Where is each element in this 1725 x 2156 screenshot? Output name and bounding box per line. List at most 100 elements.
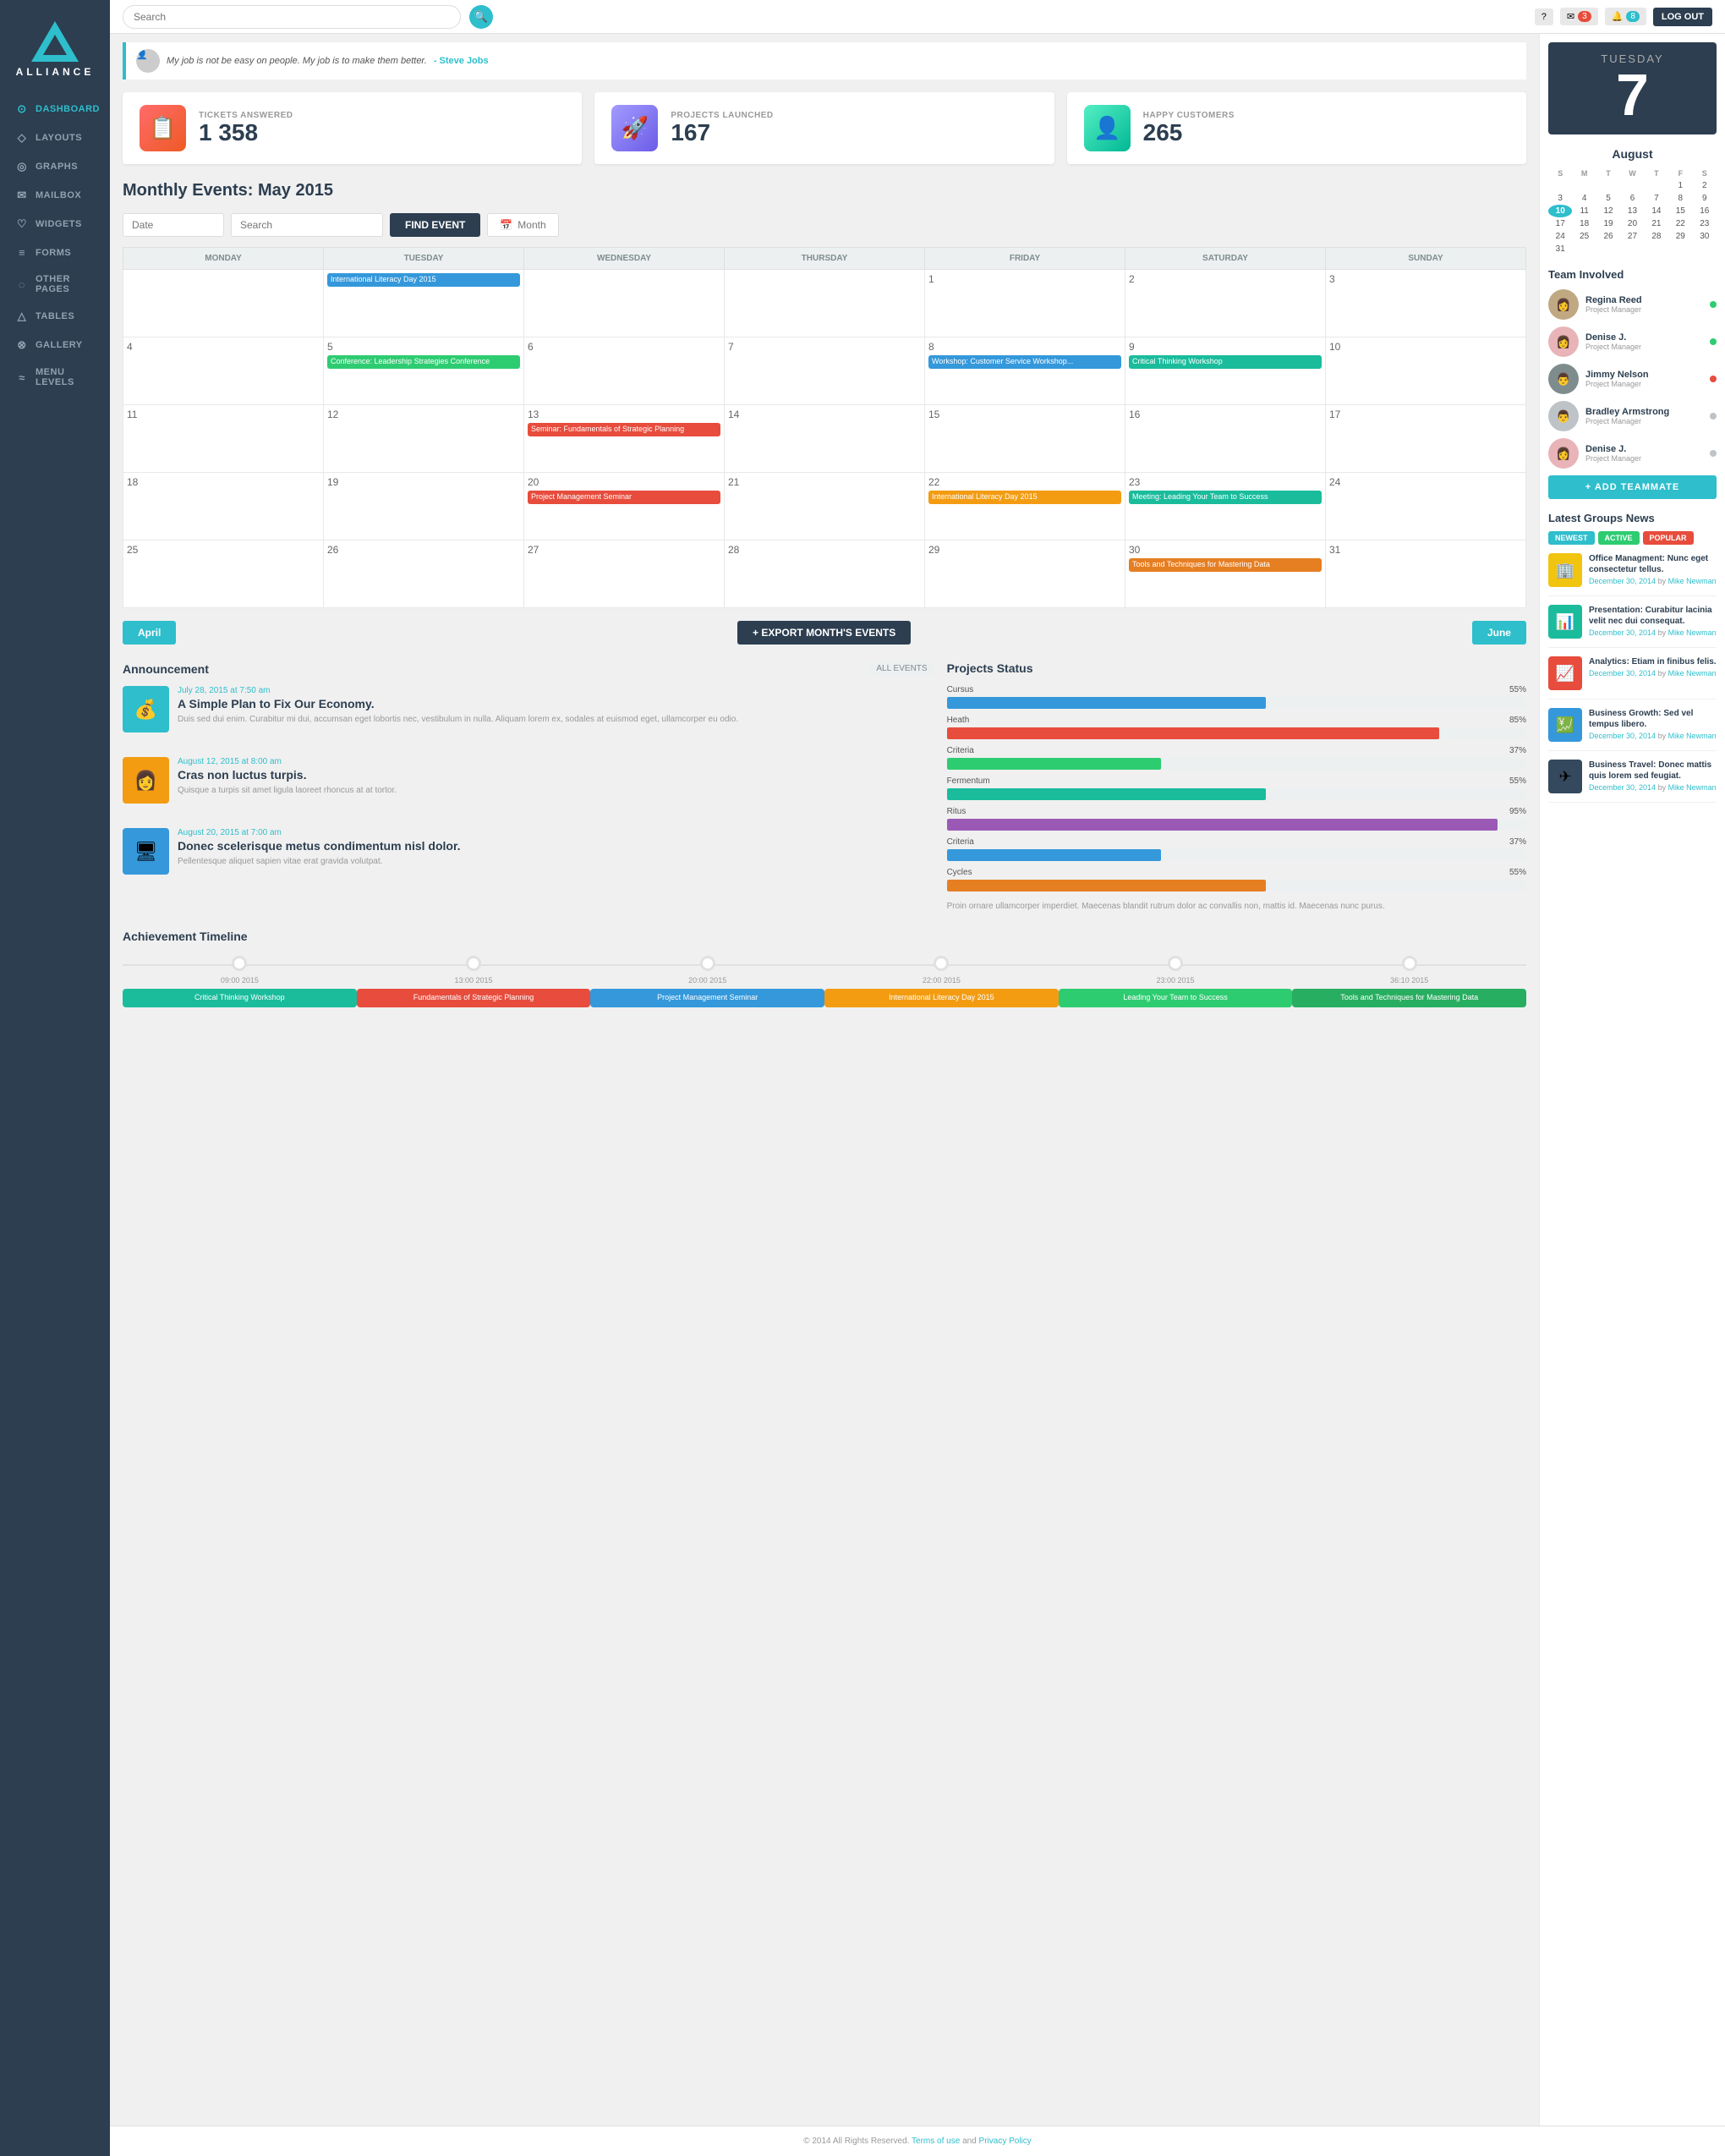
timeline-time-3: 20:00 2015 (688, 976, 726, 985)
announce-date-3: August 20, 2015 at 7:00 am (178, 828, 934, 837)
terms-link[interactable]: Terms of use (912, 2137, 960, 2146)
projects-label: PROJECTS LAUNCHED (671, 111, 773, 120)
news-content-4: Business Growth: Sed vel tempus libero. … (1589, 708, 1717, 742)
logout-button[interactable]: LOG OUT (1653, 8, 1712, 26)
center-panel: 👤 My job is not be easy on people. My jo… (110, 34, 1539, 2126)
timeline-event-3[interactable]: Project Management Seminar (590, 989, 824, 1007)
sidebar-item-layouts[interactable]: ◇ LAYOUTS (0, 123, 110, 152)
groups-tab-newest[interactable]: NEWEST (1548, 531, 1595, 545)
cal-cell-may26: 26 (324, 540, 524, 608)
calendar-controls: FIND EVENT 📅 Month (123, 213, 1526, 237)
team-info-2: Denise J. Project Manager (1585, 332, 1703, 351)
prev-month-button[interactable]: April (123, 621, 176, 645)
sidebar-item-menu-levels[interactable]: ≈ MENU LEVELS (0, 359, 110, 395)
cal-cell-may18: 18 (123, 473, 324, 540)
forms-icon: ≡ (15, 246, 29, 259)
cal-event-conference[interactable]: Conference: Leadership Strategies Confer… (327, 355, 520, 369)
news-thumb-2: 📊 (1548, 605, 1582, 639)
cal-cell-may9: 9 Critical Thinking Workshop (1125, 337, 1326, 405)
widgets-icon: ♡ (15, 217, 29, 231)
announce-thumb-2: 👩 (123, 757, 169, 804)
cal-event-tools[interactable]: Tools and Techniques for Mastering Data (1129, 558, 1322, 572)
cal-event-workshop[interactable]: Workshop: Customer Service Workshop... (928, 355, 1121, 369)
status-dot-1 (1710, 301, 1717, 308)
notification-button[interactable]: 🔔 8 (1605, 8, 1646, 25)
app-name: ALLIANCE (16, 66, 95, 78)
projects-header: Projects Status (947, 661, 1526, 675)
cal-cell-may1: 1 (925, 270, 1125, 337)
timeline-item-5: 23:00 2015 Leading Your Team to Success (1059, 956, 1293, 1007)
cal-header-sat: SATURDAY (1125, 248, 1326, 270)
sidebar-item-graphs[interactable]: ◎ GRAPHS (0, 152, 110, 181)
status-dot-5 (1710, 450, 1717, 457)
timeline-event-4[interactable]: International Literacy Day 2015 (824, 989, 1059, 1007)
cal-event[interactable]: International Literacy Day 2015 (327, 273, 520, 287)
cal-cell-may13: 13 Seminar: Fundamentals of Strategic Pl… (524, 405, 725, 473)
timeline-event-2[interactable]: Fundamentals of Strategic Planning (357, 989, 591, 1007)
news-item-4: 💹 Business Growth: Sed vel tempus libero… (1548, 708, 1717, 751)
sidebar-item-mailbox[interactable]: ✉ MAILBOX (0, 181, 110, 210)
topbar-right: ? ✉ 3 🔔 8 LOG OUT (1535, 8, 1712, 26)
sidebar-item-forms[interactable]: ≡ FORMS (0, 239, 110, 266)
projects-number: 167 (671, 120, 773, 146)
topbar: 🔍 ? ✉ 3 🔔 8 LOG OUT (110, 0, 1725, 34)
team-section: Team Involved 👩 Regina Reed Project Mana… (1548, 268, 1717, 499)
timeline-event-5[interactable]: Leading Your Team to Success (1059, 989, 1293, 1007)
timeline-section: Achievement Timeline 09:00 2015 Critical… (123, 930, 1526, 1016)
cal-event-seminar[interactable]: Seminar: Fundamentals of Strategic Plann… (528, 423, 720, 436)
groups-title: Latest Groups News (1548, 512, 1717, 524)
cal-cell-may29: 29 (925, 540, 1125, 608)
sidebar-item-tables[interactable]: △ TABLES (0, 302, 110, 331)
cal-cell-may8: 8 Workshop: Customer Service Workshop... (925, 337, 1125, 405)
news-item-1: 🏢 Office Managment: Nunc eget consectetu… (1548, 553, 1717, 596)
news-content-1: Office Managment: Nunc eget consectetur … (1589, 553, 1717, 587)
cal-row-4: 18 19 20 Project Management Seminar 21 2… (123, 473, 1526, 540)
groups-tab-popular[interactable]: POPULAR (1643, 531, 1694, 545)
add-teammate-button[interactable]: + ADD TEAMMATE (1548, 475, 1717, 499)
cal-cell-may22: 22 International Literacy Day 2015 (925, 473, 1125, 540)
cal-cell-may31: 31 (1326, 540, 1526, 608)
topbar-search-input[interactable] (123, 5, 461, 29)
tables-icon: △ (15, 310, 29, 323)
cal-row-2: 4 5 Conference: Leadership Strategies Co… (123, 337, 1526, 405)
sidebar-item-widgets[interactable]: ♡ WIDGETS (0, 210, 110, 239)
lower-section: Announcement ALL EVENTS 💰 July 28, 2015 … (123, 661, 1526, 913)
export-button[interactable]: + EXPORT MONTH'S EVENTS (737, 621, 911, 645)
cal-cell-may4: 4 (123, 337, 324, 405)
cal-event-intl-literacy[interactable]: International Literacy Day 2015 (928, 491, 1121, 504)
mini-cal-f: F (1668, 167, 1692, 179)
cal-event-project-mgmt[interactable]: Project Management Seminar (528, 491, 720, 504)
mini-cal-month: August (1548, 147, 1717, 161)
sidebar-item-other-pages[interactable]: ◌ OTHER PAGES (0, 266, 110, 302)
mail-button[interactable]: ✉ 3 (1560, 8, 1598, 25)
team-title: Team Involved (1548, 268, 1717, 281)
cal-event-critical[interactable]: Critical Thinking Workshop (1129, 355, 1322, 369)
tickets-info: TICKETS ANSWERED 1 358 (199, 111, 293, 146)
cal-row-5: 25 26 27 28 29 30 Tools and Techniques f… (123, 540, 1526, 608)
find-event-button[interactable]: FIND EVENT (390, 213, 480, 237)
privacy-link[interactable]: Privacy Policy (979, 2137, 1032, 2146)
topbar-search-button[interactable]: 🔍 (469, 5, 493, 29)
date-input[interactable] (123, 213, 224, 237)
calendar-search-input[interactable] (231, 213, 383, 237)
sidebar-item-gallery[interactable]: ⊗ GALLERY (0, 331, 110, 359)
timeline-event-6[interactable]: Tools and Techniques for Mastering Data (1292, 989, 1526, 1007)
cal-event-meeting[interactable]: Meeting: Leading Your Team to Success (1129, 491, 1322, 504)
groups-tab-active[interactable]: ACTIVE (1598, 531, 1640, 545)
announcement-item-2: 👩 August 12, 2015 at 8:00 am Cras non lu… (123, 757, 934, 816)
help-button[interactable]: ? (1535, 8, 1553, 25)
all-events-button[interactable]: ALL EVENTS (869, 661, 934, 676)
stats-row: 📋 TICKETS ANSWERED 1 358 🚀 PROJECTS LAUN… (123, 92, 1526, 164)
avatar-bradley: 👨 (1548, 401, 1579, 431)
stat-tickets: 📋 TICKETS ANSWERED 1 358 (123, 92, 582, 164)
cal-cell-may19: 19 (324, 473, 524, 540)
sidebar-item-dashboard[interactable]: ⊙ DASHBOARD (0, 95, 110, 123)
cal-header-thu: THURSDAY (725, 248, 925, 270)
month-view-button[interactable]: 📅 Month (487, 213, 558, 237)
news-content-3: Analytics: Etiam in finibus felis. Decem… (1589, 656, 1717, 690)
next-month-button[interactable]: June (1472, 621, 1526, 645)
timeline-time-1: 09:00 2015 (221, 976, 259, 985)
timeline-event-1[interactable]: Critical Thinking Workshop (123, 989, 357, 1007)
cal-row-3: 11 12 13 Seminar: Fundamentals of Strate… (123, 405, 1526, 473)
graphs-icon: ◎ (15, 160, 29, 173)
